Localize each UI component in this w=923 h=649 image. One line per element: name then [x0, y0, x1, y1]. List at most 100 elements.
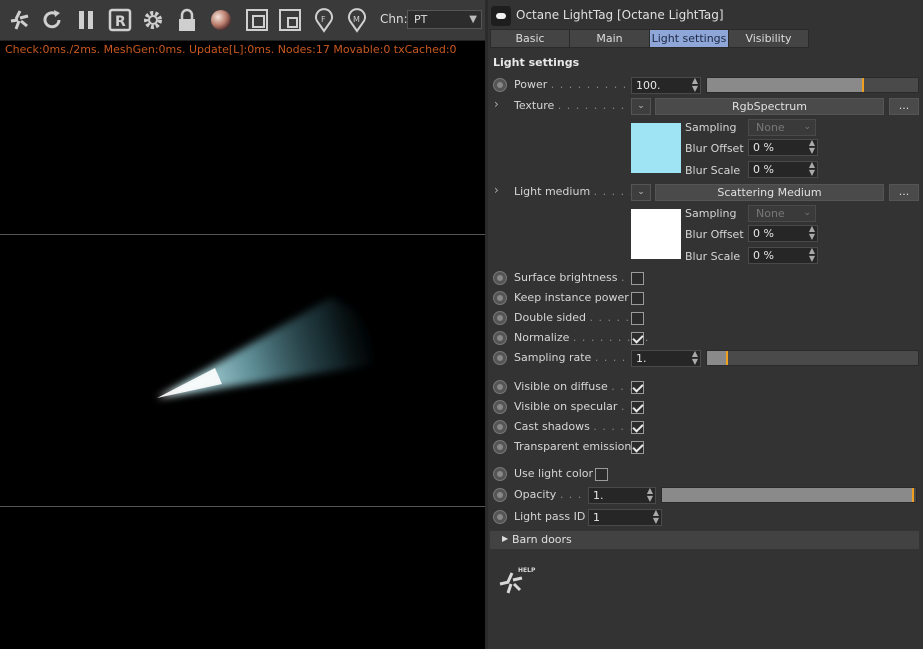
power-field[interactable]: 100. ▲ ▼	[631, 77, 701, 94]
texture-dropdown-button[interactable]: ⌄	[631, 98, 651, 115]
texture-more-button[interactable]: ...	[889, 98, 919, 115]
normalize-checkbox[interactable]	[631, 332, 644, 345]
spinner-icon[interactable]: ▲ ▼	[647, 487, 653, 503]
opacity-slider[interactable]	[661, 487, 917, 503]
animate-radio[interactable]	[493, 420, 507, 434]
visible-on-specular-label: Visible on specular	[514, 400, 618, 413]
power-label: Power	[514, 78, 548, 91]
texture-sampling-value: None	[756, 121, 785, 134]
light-medium-blur-offset-label: Blur Offset	[685, 228, 744, 241]
light-pass-id-row: Light pass ID 1 ▲ ▼	[488, 507, 923, 527]
keep-instance-power-checkbox[interactable]	[631, 292, 644, 305]
texture-blur-offset-field[interactable]: 0 % ▲ ▼	[748, 139, 818, 156]
animate-radio[interactable]	[493, 271, 507, 285]
light-tag-icon	[491, 6, 511, 26]
light-medium-shader-button[interactable]: Scattering Medium	[655, 184, 884, 201]
light-medium-blur-scale-value: 0 %	[753, 249, 774, 262]
animate-radio[interactable]	[493, 311, 507, 325]
barn-doors-label: Barn doors	[512, 533, 572, 546]
light-medium-color-swatch[interactable]	[631, 209, 681, 259]
transparent-emission-checkbox[interactable]	[631, 441, 644, 454]
help-icon[interactable]: HELP	[498, 565, 540, 601]
animate-radio[interactable]	[493, 467, 507, 481]
live-viewer[interactable]: R F M Chn: PT ▼ Check:0ms./2ms. MeshGen:…	[0, 0, 485, 649]
spinner-icon[interactable]: ▲ ▼	[653, 509, 659, 525]
cast-shadows-label: Cast shadows	[514, 420, 590, 433]
section-title: Light settings	[493, 56, 580, 69]
sampling-rate-row: Sampling rate . . . . . 1. ▲ ▼	[488, 348, 923, 368]
spinner-icon[interactable]: ▲ ▼	[809, 139, 815, 155]
expand-triangle-icon: ▶	[502, 534, 509, 543]
use-light-color-checkbox[interactable]	[595, 468, 608, 481]
texture-blur-scale-label: Blur Scale	[685, 164, 741, 177]
spinner-icon[interactable]: ▲ ▼	[809, 225, 815, 241]
animate-radio[interactable]	[493, 331, 507, 345]
opacity-label: Opacity	[514, 488, 557, 501]
animate-radio[interactable]	[493, 510, 507, 524]
opacity-field[interactable]: 1. ▲ ▼	[588, 487, 656, 504]
sampling-rate-slider[interactable]	[706, 350, 919, 366]
animate-radio[interactable]	[493, 380, 507, 394]
double-sided-row: Double sided . . . . . .	[488, 308, 923, 328]
keep-instance-power-label: Keep instance power	[514, 291, 629, 304]
cast-shadows-checkbox[interactable]	[631, 421, 644, 434]
spinner-icon[interactable]: ▲ ▼	[692, 350, 698, 366]
visible-on-specular-checkbox[interactable]	[631, 401, 644, 414]
spinner-icon[interactable]: ▲ ▼	[692, 77, 698, 93]
cast-shadows-row: Cast shadows . . . . . .	[488, 417, 923, 437]
light-medium-sampling-select[interactable]: None ⌄	[748, 205, 816, 222]
sampling-rate-field[interactable]: 1. ▲ ▼	[631, 350, 701, 367]
opacity-value: 1.	[593, 489, 604, 502]
texture-row: › Texture . . . . . . . . . . . ⌄ RgbSpe…	[488, 96, 923, 116]
surface-brightness-checkbox[interactable]	[631, 272, 644, 285]
help-text: HELP	[518, 567, 536, 574]
expand-arrow-icon[interactable]: ›	[494, 183, 499, 197]
keep-instance-power-row: Keep instance power	[488, 288, 923, 308]
slider-fill	[707, 351, 726, 365]
attribute-manager: Octane LightTag [Octane LightTag] Basic …	[488, 0, 923, 649]
slider-handle[interactable]	[912, 488, 914, 502]
animate-radio[interactable]	[493, 351, 507, 365]
transparent-emission-row: Transparent emission	[488, 437, 923, 457]
light-medium-more-button[interactable]: ...	[889, 184, 919, 201]
texture-shader-button[interactable]: RgbSpectrum	[655, 98, 884, 115]
tab-visibility[interactable]: Visibility	[728, 29, 809, 48]
power-slider[interactable]	[706, 77, 919, 93]
tab-light-settings[interactable]: Light settings	[649, 29, 729, 48]
sampling-rate-value: 1.	[636, 352, 647, 365]
animate-radio[interactable]	[493, 488, 507, 502]
double-sided-label: Double sided	[514, 311, 586, 324]
expand-arrow-icon[interactable]: ›	[494, 97, 499, 111]
double-sided-checkbox[interactable]	[631, 312, 644, 325]
use-light-color-row: Use light color	[488, 464, 923, 484]
visible-on-diffuse-checkbox[interactable]	[631, 381, 644, 394]
light-medium-dropdown-button[interactable]: ⌄	[631, 184, 651, 201]
texture-sampling-select[interactable]: None ⌄	[748, 119, 816, 136]
chevron-down-icon: ⌄	[803, 208, 811, 218]
tab-basic[interactable]: Basic	[490, 29, 570, 48]
barn-doors-group[interactable]: ▶ Barn doors	[490, 531, 919, 549]
animate-radio[interactable]	[493, 78, 507, 92]
animate-radio[interactable]	[493, 400, 507, 414]
animate-radio[interactable]	[493, 291, 507, 305]
texture-color-swatch[interactable]	[631, 123, 681, 173]
tab-main[interactable]: Main	[569, 29, 650, 48]
panel-title: Octane LightTag [Octane LightTag]	[516, 8, 724, 22]
visible-on-specular-row: Visible on specular . .	[488, 397, 923, 417]
texture-sampling-label: Sampling	[685, 121, 737, 134]
slider-handle[interactable]	[862, 78, 864, 92]
power-value: 100.	[636, 79, 661, 92]
animate-radio[interactable]	[493, 440, 507, 454]
light-pass-id-field[interactable]: 1 ▲ ▼	[588, 509, 662, 526]
light-medium-blur-offset-field[interactable]: 0 % ▲ ▼	[748, 225, 818, 242]
light-pass-id-label: Light pass ID	[514, 510, 586, 523]
normalize-label: Normalize	[514, 331, 570, 344]
spinner-icon[interactable]: ▲ ▼	[809, 161, 815, 177]
light-medium-blur-scale-field[interactable]: 0 % ▲ ▼	[748, 247, 818, 264]
spinner-icon[interactable]: ▲ ▼	[809, 247, 815, 263]
surface-brightness-row: Surface brightness . .	[488, 268, 923, 288]
texture-blur-scale-field[interactable]: 0 % ▲ ▼	[748, 161, 818, 178]
slider-handle[interactable]	[726, 351, 728, 365]
light-medium-label: Light medium	[514, 185, 591, 198]
slider-fill	[662, 488, 914, 502]
